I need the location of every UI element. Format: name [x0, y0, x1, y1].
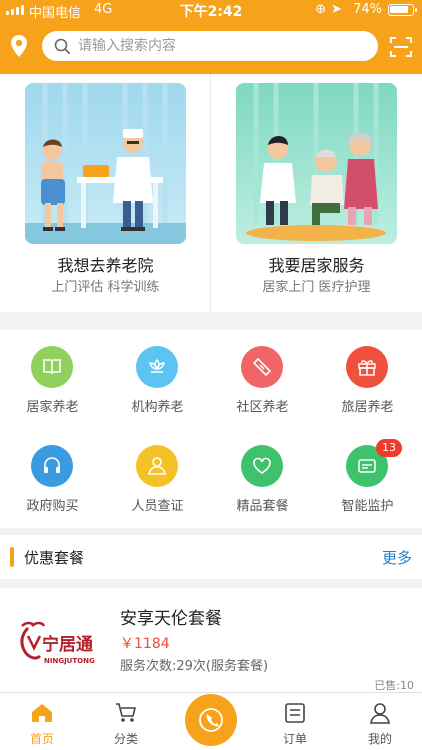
- category-institution-care[interactable]: 机构养老: [105, 330, 210, 429]
- person-icon: [148, 457, 166, 475]
- tab-orders[interactable]: 订单: [253, 693, 337, 750]
- category-label: 旅居养老: [341, 400, 394, 415]
- gift-icon: [358, 360, 376, 376]
- nursing-home-card[interactable]: 我想去养老院 上门评估 科学训练: [0, 74, 211, 312]
- category-government-purchase[interactable]: 政府购买: [0, 429, 105, 528]
- category-community-care[interactable]: 社区养老: [210, 330, 315, 429]
- battery-icon: [388, 4, 417, 16]
- category-label: 社区养老: [236, 400, 289, 415]
- tab-home[interactable]: 首页: [0, 693, 84, 750]
- tab-mine[interactable]: 我的: [338, 693, 422, 750]
- category-label: 精品套餐: [236, 499, 289, 514]
- package-price: ￥1184: [120, 636, 170, 652]
- headset-icon: [44, 457, 60, 473]
- home-icon: [32, 704, 52, 722]
- category-home-care[interactable]: 居家养老: [0, 330, 105, 429]
- package-list-item[interactable]: 宁居通 NINGJUTONG 安享天伦套餐 ￥1184 服务次数:29次(服务套…: [0, 588, 422, 692]
- ticket-icon: [252, 357, 272, 377]
- home-service-card[interactable]: 我要居家服务 居家上门 医疗护理: [211, 74, 422, 312]
- category-label: 居家养老: [26, 400, 79, 415]
- search-icon: [54, 38, 70, 54]
- card-title: 我想去养老院: [57, 256, 154, 275]
- section-title: 优惠套餐: [24, 549, 85, 567]
- ningjutong-logo: 宁居通 NINGJUTONG: [20, 621, 95, 665]
- more-link[interactable]: 更多: [382, 547, 412, 568]
- doctor-consultation-illustration: [25, 83, 186, 244]
- category-travel-care[interactable]: 旅居养老: [315, 330, 420, 429]
- battery-percent: 74%: [353, 2, 382, 17]
- card-subtitle: 上门评估 科学训练: [51, 280, 160, 295]
- category-label: 智能监护: [341, 499, 394, 514]
- category-label: 人员查证: [131, 499, 184, 514]
- book-icon: [43, 359, 61, 375]
- search-input[interactable]: [78, 31, 358, 61]
- tab-label: 首页: [29, 732, 54, 746]
- heart-icon: [253, 457, 271, 474]
- category-premium-package[interactable]: 精品套餐: [210, 429, 315, 528]
- lotus-icon: [149, 358, 165, 373]
- category-staff-verify[interactable]: 人员查证: [105, 429, 210, 528]
- rotation-lock-icon: ⊕: [315, 2, 326, 17]
- status-bar: 中国电信 4G 下午2:42 ⊕ ➤ 74%: [0, 0, 422, 21]
- tab-label: 我的: [367, 732, 392, 746]
- category-grid: 居家养老 机构养老 社区养老 旅居养老 政府购买 人员查证 精品套餐 13 智能…: [0, 330, 422, 528]
- card-icon: [358, 459, 376, 473]
- category-smart-monitor[interactable]: 13 智能监护: [315, 429, 420, 528]
- package-service-times: 服务次数:29次(服务套餐): [120, 659, 269, 674]
- location-arrow-icon: ➤: [331, 2, 342, 17]
- category-label: 机构养老: [131, 400, 184, 415]
- card-title: 我要居家服务: [268, 256, 365, 275]
- phone-icon: [199, 708, 223, 732]
- scan-icon[interactable]: [390, 36, 412, 58]
- order-icon: [285, 703, 305, 723]
- notification-badge: 13: [376, 439, 402, 457]
- call-button[interactable]: [185, 694, 237, 746]
- card-subtitle: 居家上门 医疗护理: [262, 280, 371, 295]
- tab-label: 分类: [113, 732, 138, 746]
- search-bar[interactable]: [42, 31, 378, 61]
- svg-text:NINGJUTONG: NINGJUTONG: [44, 657, 95, 665]
- package-sold-count: 已售:10: [374, 679, 414, 692]
- tab-category[interactable]: 分类: [84, 693, 168, 750]
- discount-packages-header: 优惠套餐 更多: [0, 535, 422, 579]
- home-care-illustration: [236, 83, 397, 244]
- user-icon: [370, 703, 390, 724]
- tab-label: 订单: [282, 732, 307, 746]
- svg-text:宁居通: 宁居通: [42, 634, 93, 655]
- cart-icon: [116, 703, 137, 722]
- category-label: 政府购买: [26, 499, 79, 514]
- location-pin-icon[interactable]: [9, 34, 29, 58]
- package-name: 安享天伦套餐: [120, 609, 222, 629]
- app-header: 中国电信 4G 下午2:42 ⊕ ➤ 74%: [0, 0, 422, 74]
- feature-cards: 我想去养老院 上门评估 科学训练 我要居家服务 居家上门 医疗护理: [0, 74, 422, 312]
- section-accent-bar: [10, 547, 14, 567]
